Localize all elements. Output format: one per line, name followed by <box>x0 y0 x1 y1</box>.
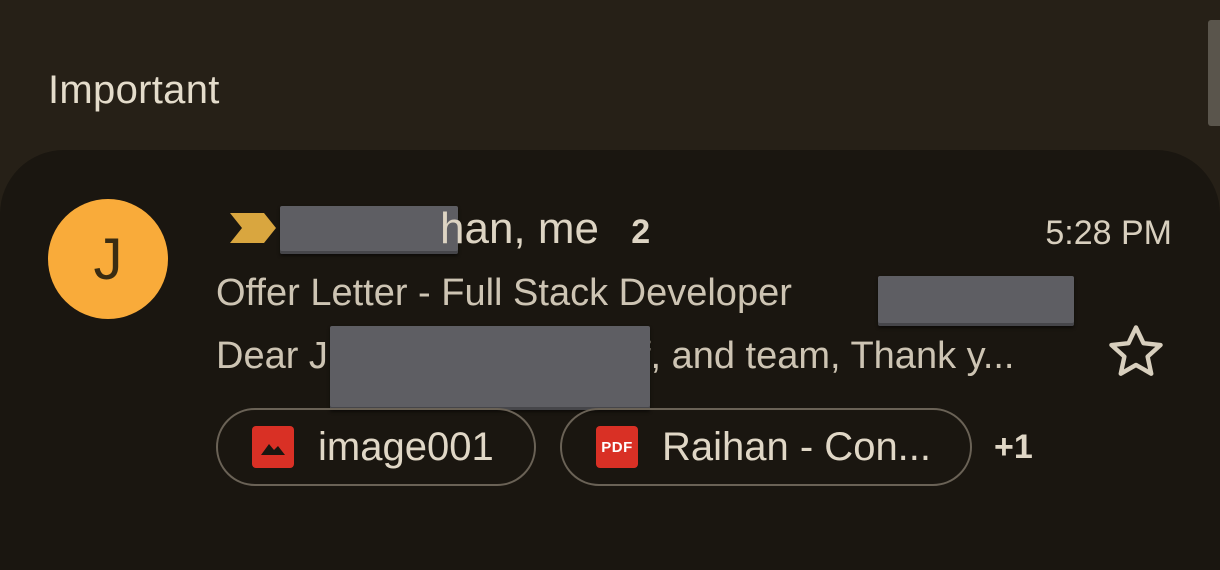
image-icon <box>252 426 294 468</box>
more-attachments-count[interactable]: +1 <box>994 428 1033 467</box>
snippet-suffix: f, and team, Thank y... <box>639 335 1015 377</box>
avatar[interactable]: J <box>48 199 168 319</box>
email-list-item[interactable]: J han, me 2 5:28 PM Offer Letter - Full … <box>0 150 1220 570</box>
email-time: 5:28 PM <box>1045 214 1172 252</box>
attachment-name: Raihan - Con... <box>662 424 932 469</box>
attachment-chip-pdf[interactable]: PDF Raihan - Con... <box>560 408 972 486</box>
scrollbar[interactable] <box>1208 20 1220 126</box>
subject-redaction <box>878 276 1074 326</box>
snippet-redaction <box>330 326 650 410</box>
snippet-prefix: Dear J <box>216 335 328 377</box>
section-header: Important <box>48 68 220 112</box>
email-subject: Offer Letter - Full Stack Developer <box>216 272 792 314</box>
star-outline-icon <box>1109 325 1163 376</box>
attachment-name: image001 <box>318 424 494 469</box>
avatar-initial: J <box>93 226 123 292</box>
star-button[interactable] <box>1104 320 1168 384</box>
pdf-icon: PDF <box>596 426 638 468</box>
sender-line: han, me 2 <box>280 204 650 254</box>
sender-names: han, me <box>440 204 599 253</box>
attachment-chip-image001[interactable]: image001 <box>216 408 536 486</box>
thread-count: 2 <box>631 213 651 251</box>
importance-marker-icon <box>230 213 276 243</box>
